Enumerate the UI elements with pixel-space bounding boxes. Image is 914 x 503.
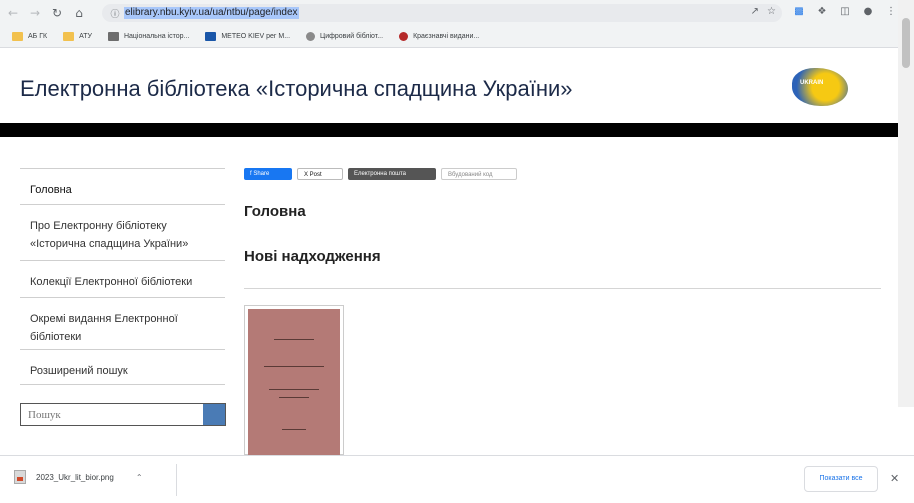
search-form <box>20 403 226 426</box>
site-title[interactable]: Електронна бібліотека «Історична спадщин… <box>20 76 573 102</box>
email-share-button[interactable]: Електронна пошта <box>348 168 436 180</box>
url-text[interactable]: elibrary.nbu.kyiv.ua/ua/ntbu/page/index <box>124 7 299 19</box>
extensions-puzzle-icon[interactable]: ❖ <box>815 5 829 19</box>
reload-icon[interactable]: ↻ <box>48 4 66 22</box>
search-input[interactable] <box>21 404 203 425</box>
download-file-name: 2023_Ukr_lit_bior.png <box>36 472 114 482</box>
web-page: Електронна бібліотека «Історична спадщин… <box>0 48 914 455</box>
book-cover-image <box>248 309 340 455</box>
bookmarks-bar: АБ ГК АТУ Національна істор... METEO KIE… <box>0 26 914 48</box>
address-bar[interactable]: ⓘ elibrary.nbu.kyiv.ua/ua/ntbu/page/inde… <box>102 4 782 22</box>
bookmark-star-icon[interactable]: ☆ <box>767 6 776 17</box>
image-file-icon <box>14 470 26 484</box>
sidebar-item-home[interactable]: Головна <box>20 168 225 204</box>
home-icon[interactable]: ⌂ <box>70 4 88 22</box>
profile-icon[interactable]: ● <box>861 5 875 19</box>
menu-kebab-icon[interactable]: ⋮ <box>884 5 898 19</box>
side-panel-icon[interactable]: ◫ <box>838 5 852 19</box>
document-icon <box>107 32 119 41</box>
close-icon[interactable]: ✕ <box>890 472 899 485</box>
share-buttons: f Share X Post Електронна пошта Вбудован… <box>244 168 517 180</box>
download-item[interactable]: 2023_Ukr_lit_bior.png ⌃ <box>14 470 143 484</box>
show-all-downloads-button[interactable]: Показати все <box>804 466 878 492</box>
bookmark-item[interactable]: АТУ <box>63 32 92 41</box>
sidebar-item-about[interactable]: Про Електронну бібліотеку «Історична спа… <box>20 204 225 260</box>
scrollbar-thumb[interactable] <box>902 18 910 68</box>
bookmark-item[interactable]: METEO KIEV рег М... <box>205 32 290 41</box>
site-info-icon[interactable]: ⓘ <box>108 7 122 20</box>
search-button[interactable] <box>203 404 225 425</box>
logo-text: UKRAIN <box>800 80 824 86</box>
section-divider <box>244 288 881 289</box>
browser-toolbar: ← → ↻ ⌂ ⓘ elibrary.nbu.kyiv.ua/ua/ntbu/p… <box>0 0 914 26</box>
book-thumbnail[interactable] <box>244 305 344 455</box>
bookmark-item[interactable]: Цифровий бібліот... <box>306 32 383 41</box>
folder-icon <box>63 32 75 41</box>
extension-icon[interactable]: ▩ <box>792 5 806 19</box>
back-arrow-icon[interactable]: ← <box>4 4 22 22</box>
share-page-icon[interactable]: ↗ <box>751 6 759 17</box>
page-title: Головна <box>244 203 306 220</box>
x-post-button[interactable]: X Post <box>297 168 343 180</box>
site-header: Електронна бібліотека «Історична спадщин… <box>0 48 898 123</box>
bookmark-item[interactable]: АБ ГК <box>12 32 47 41</box>
downloads-bar: 2023_Ukr_lit_bior.png ⌃ Показати все ✕ <box>0 455 914 503</box>
facebook-share-button[interactable]: f Share <box>244 168 292 180</box>
sidebar-item-advanced-search[interactable]: Розширений пошук <box>20 349 225 385</box>
folder-icon <box>12 32 23 41</box>
sidebar-item-collections[interactable]: Колекції Електронної бібліотеки <box>20 260 225 297</box>
red-circle-icon <box>399 32 409 41</box>
sidebar-item-separate-editions[interactable]: Окремі видання Електронної бібліотеки <box>20 297 225 349</box>
bookmark-item[interactable]: Краєзнавчі видани... <box>399 32 479 41</box>
sidebar-nav: Головна Про Електронну бібліотеку «Істор… <box>20 168 225 385</box>
header-divider-bar <box>0 123 898 137</box>
embed-code-button[interactable]: Вбудований код <box>441 168 517 180</box>
ukraine-logo[interactable] <box>792 68 848 106</box>
bookmark-item[interactable]: Національна істор... <box>107 32 189 41</box>
forward-arrow-icon[interactable]: → <box>26 4 44 22</box>
new-arrivals-heading: Нові надходження <box>244 248 381 265</box>
meteo-icon <box>205 32 217 41</box>
download-divider <box>176 464 177 496</box>
globe-icon <box>306 32 316 41</box>
chevron-up-icon[interactable]: ⌃ <box>136 473 143 482</box>
